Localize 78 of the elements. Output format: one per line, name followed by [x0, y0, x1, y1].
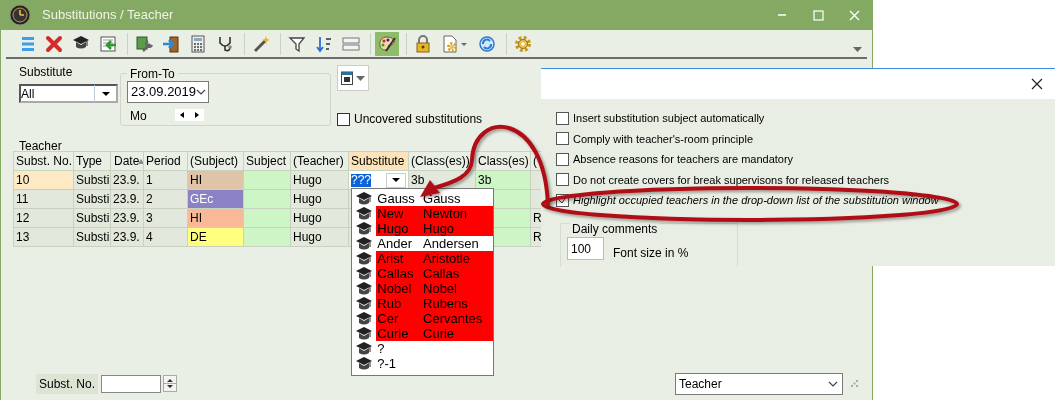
- import-icon: [99, 34, 117, 53]
- settings-icon: [514, 34, 532, 53]
- dropdown-item[interactable]: ?: [352, 341, 493, 356]
- stethoscope-icon: [216, 34, 234, 53]
- dropdown-item[interactable]: Gauss Gauss: [352, 191, 493, 206]
- wand-icon: [252, 34, 270, 53]
- door-icon: [162, 34, 180, 53]
- dropdown-arrow-icon: [100, 90, 111, 97]
- graduation-cap-icon: [355, 281, 374, 296]
- palette-icon: [378, 34, 396, 53]
- graduation-cap-icon: [355, 356, 374, 371]
- maximize-icon: [812, 9, 824, 21]
- clock-icon: [9, 4, 31, 26]
- column-header[interactable]: Subst. No.: [13, 151, 74, 171]
- weekday-label: Mo: [130, 108, 147, 125]
- left-arrow-icon[interactable]: [180, 112, 185, 118]
- graduation-cap-icon: [355, 251, 374, 266]
- window-title: Substitutions / Teacher: [42, 6, 174, 25]
- graduation-cap-icon: [355, 206, 374, 221]
- option-checkbox[interactable]: Highlight occupied teachers in the drop-down list of the substitution window: [556, 190, 1055, 211]
- column-header[interactable]: (Class(es)): [408, 151, 476, 171]
- spinner-icon[interactable]: [163, 375, 178, 392]
- graduation-cap-icon: [355, 191, 374, 206]
- close-icon: [848, 9, 860, 21]
- field-label: Substitute: [19, 64, 74, 81]
- chevron-icon: [196, 89, 207, 95]
- calendar-button[interactable]: [337, 65, 369, 91]
- columns-icon: [342, 34, 360, 53]
- close-button[interactable]: [1029, 76, 1045, 92]
- field-label: Font size in %: [613, 245, 689, 262]
- sort-icon: [315, 34, 333, 53]
- group-label: Daily comments: [570, 220, 660, 238]
- wrench-icon: [135, 34, 153, 53]
- right-arrow-icon[interactable]: [194, 112, 199, 118]
- delete-icon: [45, 34, 63, 53]
- column-header[interactable]: (Teacher): [290, 151, 349, 171]
- day-stepper[interactable]: [175, 109, 204, 121]
- toolbar-button[interactable]: [375, 31, 399, 56]
- column-header[interactable]: Type: [73, 151, 111, 171]
- chevron-icon: [828, 380, 838, 387]
- column-header[interactable]: (Subject): [187, 151, 244, 171]
- graduation-cap-icon: [355, 296, 374, 311]
- dropdown-item[interactable]: ?-1: [352, 356, 493, 371]
- refresh-icon: [478, 34, 496, 53]
- option-checkbox[interactable]: Do not create covers for break supervisons for released teachers: [556, 169, 1055, 190]
- column-header[interactable]: Class(es): [475, 151, 531, 171]
- column-header[interactable]: Subject: [243, 151, 291, 171]
- dropdown-arrow-icon[interactable]: [391, 177, 401, 183]
- section-label: Teacher: [19, 139, 62, 153]
- number-input[interactable]: [101, 374, 162, 393]
- toolbar-overflow-icon[interactable]: [853, 47, 862, 52]
- calculator-icon: [189, 34, 207, 53]
- resize-grip-icon: [851, 380, 858, 387]
- dropdown-item[interactable]: Ander Andersen: [352, 236, 493, 251]
- option-checkbox[interactable]: Comply with teacher's-room principle: [556, 128, 1055, 149]
- uncovered-checkbox[interactable]: Uncovered substitutions: [337, 110, 483, 128]
- column-header[interactable]: Date: [110, 151, 144, 171]
- filter-icon: [288, 34, 306, 53]
- caret-icon: [356, 75, 365, 81]
- substitute-select[interactable]: All: [19, 84, 118, 103]
- view-select[interactable]: Teacher: [675, 372, 843, 395]
- graduation-cap-icon: [355, 326, 374, 341]
- close-icon: [1031, 78, 1043, 90]
- calendar-icon: [341, 71, 353, 85]
- option-checkbox[interactable]: Absence reasons for teachers are mandatory: [556, 149, 1055, 170]
- option-checkbox[interactable]: Insert substitution subject automatically: [556, 108, 1055, 129]
- column-header[interactable]: Substitute: [348, 151, 409, 171]
- lock-icon: [414, 34, 432, 53]
- document-gear-icon: [441, 34, 469, 53]
- graduation-cap-icon: [355, 266, 374, 281]
- graduation-cap-icon: [355, 311, 374, 326]
- graduation-cap-icon: [355, 221, 374, 236]
- font-size-input[interactable]: 100: [567, 237, 604, 260]
- field-label: Subst. No.: [36, 373, 99, 394]
- column-header[interactable]: Period: [143, 151, 188, 171]
- graduation-cap-icon: [355, 236, 374, 251]
- date-field[interactable]: 23.09.2019: [127, 81, 209, 103]
- graduation-cap-icon: [355, 341, 374, 356]
